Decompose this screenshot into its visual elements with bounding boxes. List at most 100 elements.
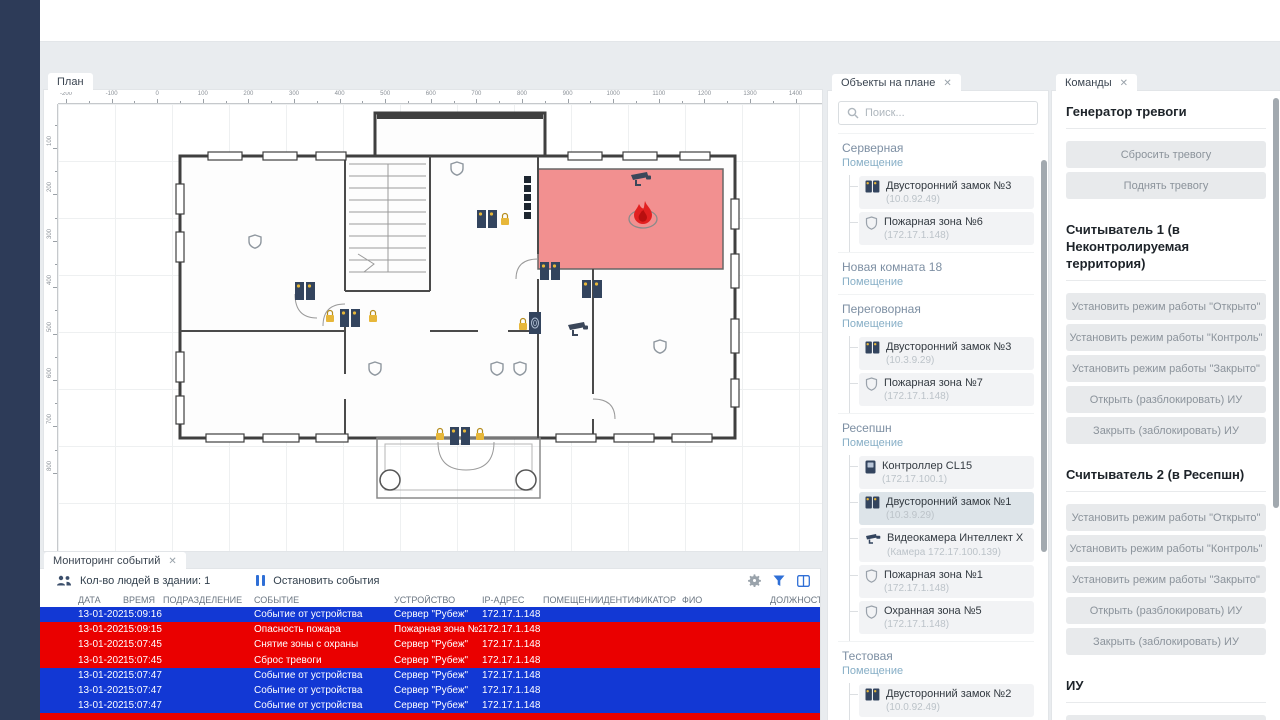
command-button[interactable]: Сбросить тревогу xyxy=(1066,141,1266,168)
plan-object-item[interactable]: Пожарная зона №1 (172.17.1.148) xyxy=(859,565,1034,598)
command-button[interactable]: Установить режим работы "Контроль" xyxy=(1066,324,1266,351)
commands-panel: Генератор тревогиСбросить тревогуПоднять… xyxy=(1052,91,1280,720)
object-address: (172.17.1.148) xyxy=(884,391,949,402)
plan-object-item[interactable]: Видеокамера Интеллект X (Камера 172.17.1… xyxy=(859,528,1034,562)
event-table-header: ДАТАВРЕМЯПОДРАЗДЕЛЕНИЕСОБЫТИЕУСТРОЙСТВОI… xyxy=(40,592,820,607)
column-header[interactable]: ДАТА xyxy=(78,595,123,605)
filter-funnel-icon[interactable] xyxy=(773,575,785,587)
event-row[interactable]: 13-01-202115:09:15Опасность пожараПожарн… xyxy=(40,622,820,637)
event-row[interactable]: 13-01-202115:07:45Сброс тревогиСервер "Р… xyxy=(40,653,820,668)
alarm-room[interactable] xyxy=(538,169,723,269)
header xyxy=(40,0,1280,42)
command-button[interactable]: Поставить на охрану xyxy=(1066,715,1266,720)
fingerprint-reader-icon[interactable] xyxy=(529,312,541,334)
plan-object-item[interactable]: Двусторонний замок №3 (10.0.92.49) xyxy=(859,176,1034,209)
event-row[interactable]: 13-01-202115:07:47Событие от устройстваС… xyxy=(40,698,820,713)
columns-icon[interactable] xyxy=(797,575,810,587)
event-row[interactable]: 13-01-202115:09:16Событие от устройстваС… xyxy=(40,607,820,622)
room-type: Помещение xyxy=(842,437,1030,449)
room-type: Помещение xyxy=(842,665,1030,677)
tab-objects-on-plan[interactable]: Объекты на плане✕ xyxy=(832,74,961,93)
command-button[interactable]: Установить режим работы "Контроль" xyxy=(1066,535,1266,562)
event-row[interactable]: 13-01-202115:07:47Событие от устройстваС… xyxy=(40,668,820,683)
tab-plan[interactable]: План xyxy=(48,73,93,92)
plan-object-item[interactable]: Двусторонний замок №2 (10.0.92.49) xyxy=(859,684,1034,717)
ruler-vertical: 100200300400500600700800 xyxy=(44,104,58,551)
column-header[interactable]: СОБЫТИЕ xyxy=(254,595,394,605)
table-settings-gear-icon[interactable] xyxy=(748,574,761,587)
floor-plan-canvas[interactable] xyxy=(58,104,822,551)
room-group: ТестоваяПомещениеДвусторонний замок №2 (… xyxy=(838,641,1034,720)
ruler-label: 100 xyxy=(198,91,208,97)
object-address: (Камера 172.17.100.139) xyxy=(887,546,1023,559)
room-group-header[interactable]: ПереговорнаяПомещение xyxy=(838,294,1034,336)
tab-event-monitoring[interactable]: Мониторинг событий✕ xyxy=(44,552,186,571)
command-section: Считыватель 1 (в Неконтролируемая террит… xyxy=(1052,209,1280,454)
room-name: Ресепшн xyxy=(842,421,1030,435)
column-header[interactable]: ИДЕНТИФИКАТОР xyxy=(597,595,682,605)
object-label: Контроллер CL15 (172.17.100.1) xyxy=(882,459,1028,486)
event-row[interactable] xyxy=(40,713,820,720)
people-count-icon xyxy=(56,575,72,587)
column-header[interactable]: IP-АДРЕС xyxy=(482,595,543,605)
plan-object-item[interactable]: Двусторонний замок №3 (10.3.9.29) xyxy=(859,337,1034,370)
shield-icon xyxy=(865,568,878,588)
search-input[interactable] xyxy=(838,101,1038,125)
command-button[interactable]: Закрыть (заблокировать) ИУ xyxy=(1066,417,1266,444)
close-icon[interactable]: ✕ xyxy=(1120,78,1128,89)
room-group: Ресепшн Помещение Контроллер CL15 (172.17.… xyxy=(838,413,1034,641)
room-name: Новая комната 18 xyxy=(842,260,1030,274)
stop-events-label[interactable]: Остановить события xyxy=(273,575,379,587)
camera-icon xyxy=(865,531,881,550)
people-count-label: Кол-во людей в здании: 1 xyxy=(80,575,210,587)
object-label: Пожарная зона №6 (172.17.1.148) xyxy=(884,215,1028,242)
column-header[interactable]: ПОДРАЗДЕЛЕНИЕ xyxy=(163,595,254,605)
room-name: Серверная xyxy=(842,141,1030,155)
column-header[interactable]: УСТРОЙСТВО xyxy=(394,595,482,605)
close-icon[interactable]: ✕ xyxy=(943,78,951,89)
command-button[interactable]: Открыть (разблокировать) ИУ xyxy=(1066,386,1266,413)
column-header[interactable]: ДОЛЖНОСТЬ xyxy=(770,595,820,605)
room-name: Переговорная xyxy=(842,302,1030,316)
room-type: Помещение xyxy=(842,157,1030,169)
object-address: (172.17.1.148) xyxy=(884,619,949,630)
server-rack-icon[interactable] xyxy=(524,176,531,219)
door-lock-icon xyxy=(865,495,880,514)
ruler-label: 700 xyxy=(471,91,481,97)
objects-scrollbar[interactable] xyxy=(1041,160,1047,552)
command-button[interactable]: Установить режим работы "Закрыто" xyxy=(1066,355,1266,382)
command-button[interactable]: Закрыть (заблокировать) ИУ xyxy=(1066,628,1266,655)
plan-object-item[interactable]: Охранная зона №5 (172.17.1.148) xyxy=(859,601,1034,634)
shield-icon xyxy=(865,215,878,235)
object-address: (172.17.1.148) xyxy=(884,230,949,241)
command-button[interactable]: Установить режим работы "Закрыто" xyxy=(1066,566,1266,593)
plan-object-item[interactable]: Пожарная зона №7 (172.17.1.148) xyxy=(859,373,1034,406)
column-header[interactable]: ПОМЕЩЕНИЕ xyxy=(543,595,597,605)
column-header[interactable]: ВРЕМЯ xyxy=(123,595,163,605)
command-button[interactable]: Поднять тревогу xyxy=(1066,172,1266,199)
close-icon[interactable]: ✕ xyxy=(168,556,176,567)
plan-object-item[interactable]: Контроллер CL15 (172.17.100.1) xyxy=(859,456,1034,489)
room-group-header[interactable]: Серверная Помещение xyxy=(838,133,1034,175)
floor-plan-panel: -200-10001002003004005006007008009001000… xyxy=(44,90,822,551)
event-row[interactable]: 13-01-202115:07:45Снятие зоны с охраныСе… xyxy=(40,637,820,652)
ruler-label: -100 xyxy=(106,91,118,97)
commands-scrollbar[interactable] xyxy=(1273,98,1279,508)
ruler-label: 1300 xyxy=(743,91,756,97)
command-section: Генератор тревогиСбросить тревогуПоднять… xyxy=(1052,91,1280,209)
plan-object-item[interactable]: Двусторонний замок №1 (10.3.9.29) xyxy=(859,492,1034,525)
pause-events-icon[interactable] xyxy=(256,575,265,586)
room-group-header[interactable]: Новая комната 18Помещение xyxy=(838,252,1034,294)
ruler-label: 0 xyxy=(156,91,159,97)
command-button[interactable]: Установить режим работы "Открыто" xyxy=(1066,293,1266,320)
command-button[interactable]: Установить режим работы "Открыто" xyxy=(1066,504,1266,531)
tab-commands[interactable]: Команды✕ xyxy=(1056,74,1137,93)
event-row[interactable]: 13-01-202115:07:47Событие от устройстваС… xyxy=(40,683,820,698)
event-monitoring-panel: Кол-во людей в здании: 1 Остановить собы… xyxy=(40,569,820,720)
room-group-header[interactable]: Ресепшн Помещение xyxy=(838,413,1034,455)
column-header[interactable]: ФИО xyxy=(682,595,770,605)
command-button[interactable]: Открыть (разблокировать) ИУ xyxy=(1066,597,1266,624)
shield-icon xyxy=(865,376,878,396)
room-group-header[interactable]: ТестоваяПомещение xyxy=(838,641,1034,683)
plan-object-item[interactable]: Пожарная зона №6 (172.17.1.148) xyxy=(859,212,1034,245)
